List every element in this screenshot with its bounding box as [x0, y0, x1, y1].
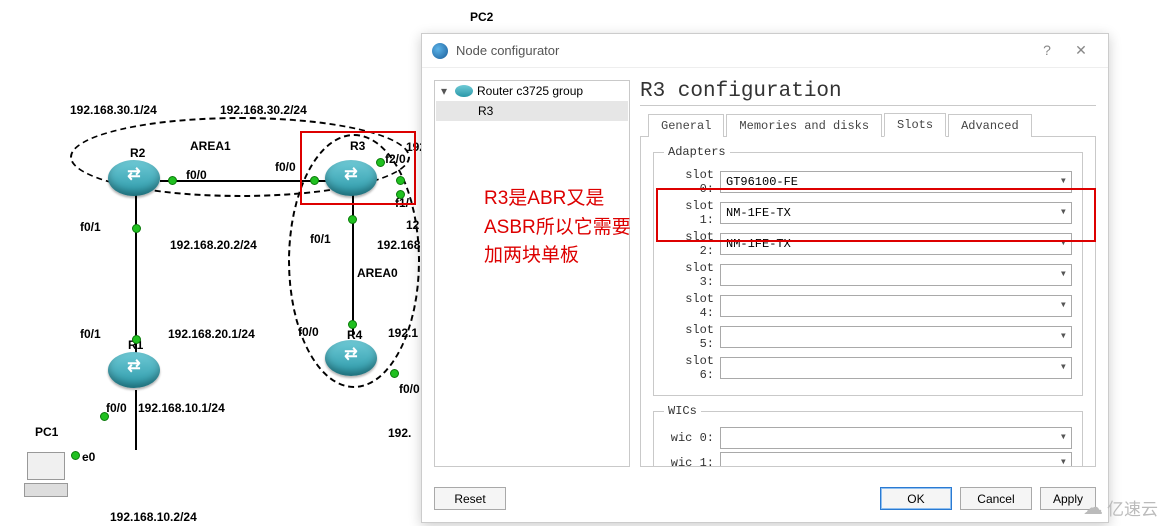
- ip-r1-f01: 192.168.20.1/24: [168, 327, 255, 341]
- wics-fieldset: WICs wic 0: wic 1: wic 2:: [653, 404, 1083, 467]
- app-icon: [432, 43, 448, 59]
- tab-memories-disks[interactable]: Memories and disks: [726, 114, 882, 137]
- pc1-icon[interactable]: [24, 452, 68, 498]
- area0-label: AREA0: [357, 266, 398, 280]
- wic1-combo[interactable]: [720, 452, 1072, 467]
- tab-content-slots: Adapters slot 0: GT96100-FE slot 1: NM-1…: [640, 137, 1096, 467]
- router-r1[interactable]: [108, 352, 160, 388]
- pc1-label: PC1: [35, 425, 58, 439]
- wic0-label: wic 0:: [664, 431, 720, 445]
- port-dot: [71, 451, 80, 460]
- slot3-combo[interactable]: [720, 264, 1072, 286]
- if-r4-f00: f0/0: [298, 325, 319, 339]
- dialog-title: Node configurator: [456, 43, 1030, 58]
- router-r4[interactable]: [325, 340, 377, 376]
- cloud-icon: ☁: [1083, 495, 1103, 520]
- device-tree[interactable]: ▾ Router c3725 group R3: [434, 80, 630, 467]
- help-button[interactable]: ?: [1030, 39, 1064, 63]
- config-title: R3 configuration: [640, 80, 1096, 106]
- tree-node-r3[interactable]: R3: [436, 101, 628, 121]
- wic1-label: wic 1:: [664, 456, 720, 467]
- slot3-label: slot 3:: [664, 261, 720, 289]
- tab-advanced[interactable]: Advanced: [948, 114, 1032, 137]
- port-dot: [100, 412, 109, 421]
- config-panel: R3 configuration General Memories and di…: [640, 80, 1096, 467]
- ip-r3-below: 192.168: [377, 238, 420, 252]
- close-button[interactable]: ✕: [1064, 39, 1098, 63]
- ip-r3-f1-ip: 12: [406, 218, 419, 232]
- port-dot: [348, 215, 357, 224]
- dialog-body: ▾ Router c3725 group R3 R3 configuration…: [422, 68, 1108, 479]
- link-r1-pc1: [135, 390, 137, 450]
- if-r3-f00: f0/0: [275, 160, 296, 174]
- slot4-combo[interactable]: [720, 295, 1072, 317]
- ip-r4-below: 192.: [388, 426, 411, 440]
- slot-row-3: slot 3:: [664, 261, 1072, 289]
- if-r2-f01: f0/1: [80, 220, 101, 234]
- ip-r2: 192.168.30.1/24: [70, 103, 157, 117]
- if-r3-f01: f0/1: [310, 232, 331, 246]
- adapters-legend: Adapters: [664, 145, 730, 159]
- slot5-combo[interactable]: [720, 326, 1072, 348]
- port-dot: [348, 320, 357, 329]
- ip-r2-below: 192.168.20.2/24: [170, 238, 257, 252]
- r4-label: R4: [347, 328, 362, 342]
- tree-group-label: Router c3725 group: [477, 84, 583, 98]
- ip-r1-f00-ip: 192.168.10.1/24: [138, 401, 225, 415]
- if-r1-f00b: f0/0: [106, 401, 127, 415]
- ip-r3-f20: 192.168.30.2/24: [220, 103, 307, 117]
- ip-r4-f00-ip: 192.1: [388, 326, 418, 340]
- router-r2[interactable]: [108, 160, 160, 196]
- node-configurator-dialog: Node configurator ? ✕ ▾ Router c3725 gro…: [421, 33, 1109, 523]
- ip-pc1: 192.168.10.2/24: [110, 510, 197, 524]
- tree-node-label: R3: [478, 104, 493, 118]
- watermark-text: 亿速云: [1107, 495, 1158, 520]
- slot5-label: slot 5:: [664, 323, 720, 351]
- slot-row-5: slot 5:: [664, 323, 1072, 351]
- port-dot: [132, 224, 141, 233]
- reset-button[interactable]: Reset: [434, 487, 506, 510]
- if-r1-f01: f0/1: [80, 327, 101, 341]
- port-dot: [390, 369, 399, 378]
- annotation-text: R3是ABR又是 ASBR所以它需要 加两块单板: [484, 185, 631, 271]
- adapters-fieldset: Adapters slot 0: GT96100-FE slot 1: NM-1…: [653, 145, 1083, 396]
- if-r2-f00: f0/0: [186, 168, 207, 182]
- slot0-value: GT96100-FE: [726, 175, 798, 189]
- dialog-footer: Reset OK Cancel Apply: [422, 479, 1108, 522]
- if-r4-f00b: f0/0: [399, 382, 420, 396]
- titlebar: Node configurator ? ✕: [422, 34, 1108, 68]
- slot-row-6: slot 6:: [664, 354, 1072, 382]
- area1-label: AREA1: [190, 139, 231, 153]
- if-pc1-e0: e0: [82, 450, 95, 464]
- slot6-combo[interactable]: [720, 357, 1072, 379]
- wic-row-0: wic 0:: [664, 427, 1072, 449]
- tabs: General Memories and disks Slots Advance…: [640, 112, 1096, 137]
- highlight-r3-node: [300, 131, 416, 205]
- tree-group-row[interactable]: ▾ Router c3725 group: [435, 81, 629, 101]
- tab-slots[interactable]: Slots: [884, 113, 946, 137]
- link-r2-r1: [135, 195, 137, 355]
- pc2-label: PC2: [470, 10, 493, 24]
- tab-general[interactable]: General: [648, 114, 724, 137]
- wics-legend: WICs: [664, 404, 701, 418]
- cancel-button[interactable]: Cancel: [960, 487, 1032, 510]
- wic0-combo[interactable]: [720, 427, 1072, 449]
- r2-label: R2: [130, 146, 145, 160]
- slot-row-4: slot 4:: [664, 292, 1072, 320]
- ok-button[interactable]: OK: [880, 487, 952, 510]
- watermark: ☁ 亿速云: [1083, 495, 1158, 520]
- expand-icon[interactable]: ▾: [441, 84, 451, 98]
- wic-row-1: wic 1:: [664, 452, 1072, 467]
- router-icon: [455, 85, 473, 97]
- highlight-slots: [656, 188, 1096, 242]
- port-dot: [132, 335, 141, 344]
- slot4-label: slot 4:: [664, 292, 720, 320]
- port-dot: [168, 176, 177, 185]
- slot6-label: slot 6:: [664, 354, 720, 382]
